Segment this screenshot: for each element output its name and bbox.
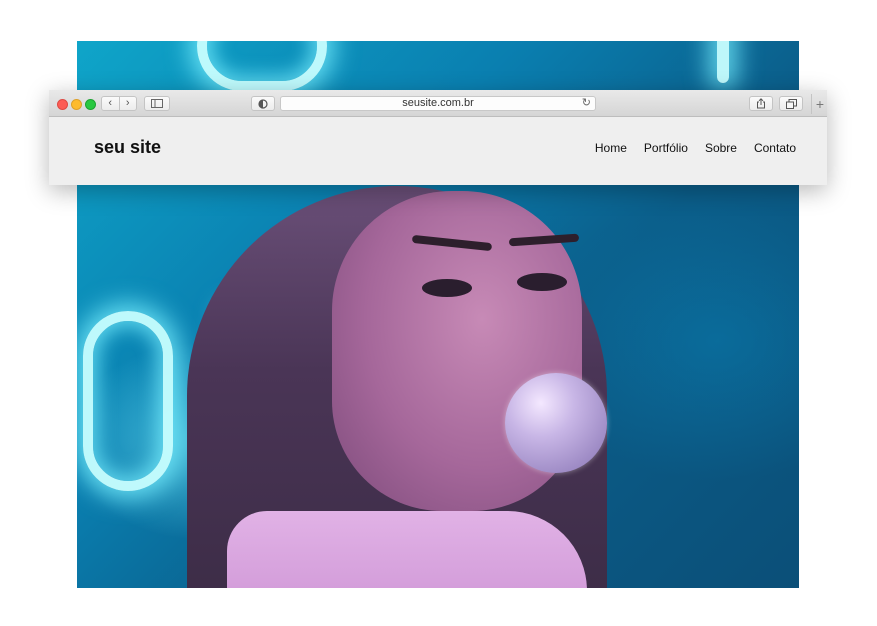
nav-buttons: ‹ ›	[101, 96, 137, 111]
shirt	[227, 511, 587, 588]
close-dot-icon[interactable]	[57, 99, 68, 110]
forward-button[interactable]: ›	[120, 97, 137, 110]
nav-link-portfolio[interactable]: Portfólio	[644, 141, 688, 155]
shield-icon	[258, 98, 268, 109]
address-bar[interactable]: seusite.com.br ↻	[280, 96, 596, 111]
new-tab-button[interactable]: +	[811, 94, 828, 114]
url-text: seusite.com.br	[402, 97, 474, 109]
sidebar-button[interactable]	[144, 96, 170, 111]
site-logo[interactable]: seu site	[94, 137, 161, 158]
neon-sign	[717, 41, 729, 83]
site-nav: Home Portfólio Sobre Contato	[595, 141, 796, 155]
nav-link-about[interactable]: Sobre	[705, 141, 737, 155]
eye	[422, 279, 472, 297]
site-header: seu site Home Portfólio Sobre Contato	[49, 117, 827, 185]
share-icon	[757, 98, 765, 109]
neon-sign	[83, 311, 173, 491]
tabs-button[interactable]	[779, 96, 803, 111]
zoom-dot-icon[interactable]	[85, 99, 96, 110]
neon-sign	[197, 41, 327, 91]
minimize-dot-icon[interactable]	[71, 99, 82, 110]
privacy-button[interactable]	[251, 96, 275, 111]
eye	[517, 273, 567, 291]
share-button[interactable]	[749, 96, 773, 111]
sidebar-icon	[151, 99, 163, 108]
nav-link-home[interactable]: Home	[595, 141, 627, 155]
browser-window: ‹ › seusite.com.br ↻ + seu site Home Por…	[49, 90, 827, 185]
back-button[interactable]: ‹	[102, 97, 119, 110]
bubblegum-bubble	[505, 373, 607, 473]
reload-icon[interactable]: ↻	[582, 97, 591, 110]
nav-link-contact[interactable]: Contato	[754, 141, 796, 155]
browser-toolbar: ‹ › seusite.com.br ↻ +	[49, 90, 827, 117]
tabs-overview-icon	[785, 98, 797, 109]
